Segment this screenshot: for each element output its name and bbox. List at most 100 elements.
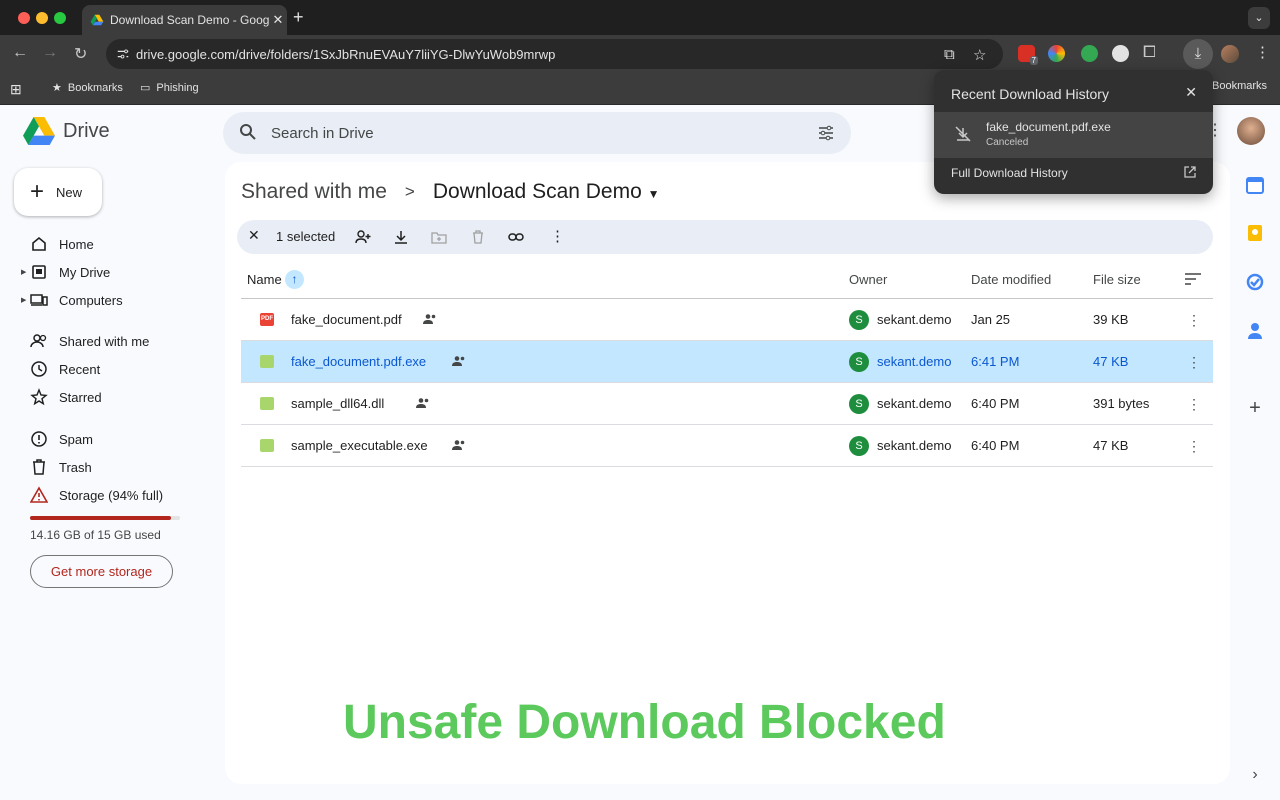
breadcrumb-parent[interactable]: Shared with me: [241, 180, 387, 204]
expand-caret-icon[interactable]: ▶: [21, 296, 26, 304]
expand-caret-icon[interactable]: ▶: [21, 268, 26, 276]
new-tab-button[interactable]: +: [293, 7, 304, 28]
sort-options-icon[interactable]: [1184, 272, 1202, 286]
file-size: 47 KB: [1093, 354, 1129, 369]
nav-label: My Drive: [59, 264, 111, 280]
calendar-app-icon[interactable]: [1245, 175, 1265, 195]
nav-item-starred[interactable]: Starred: [0, 383, 210, 411]
bookmark-item-phishing[interactable]: ▭ Phishing: [140, 81, 199, 95]
column-name[interactable]: Name: [247, 272, 282, 287]
file-size: 391 bytes: [1093, 396, 1150, 411]
row-more-actions-icon[interactable]: ⋮: [1187, 396, 1201, 413]
tasks-app-icon[interactable]: [1245, 272, 1265, 292]
security-extension-icon[interactable]: [1081, 45, 1098, 62]
table-row[interactable]: sample_dll64.dll Ssekant.demo 6:40 PM 391 b…: [241, 383, 1213, 425]
minimize-window-button[interactable]: [36, 12, 48, 24]
keep-app-icon[interactable]: [1245, 223, 1265, 243]
ghost-extension-icon[interactable]: [1112, 45, 1129, 62]
extension-badge: 7: [1029, 56, 1038, 65]
extensions-puzzle-icon[interactable]: ⧠: [1143, 44, 1156, 62]
binary-file-icon: [260, 439, 274, 452]
open-external-icon[interactable]: [1183, 165, 1197, 179]
maximize-window-button[interactable]: [54, 12, 66, 24]
reload-icon[interactable]: ↻: [74, 44, 87, 64]
search-icon[interactable]: [239, 123, 257, 141]
file-name[interactable]: sample_dll64.dll: [291, 396, 384, 411]
download-file-icon[interactable]: [393, 229, 409, 245]
breadcrumb-current-folder[interactable]: Download Scan Demo ▼: [433, 180, 660, 204]
search-bar[interactable]: Search in Drive: [223, 112, 851, 154]
extension-red-icon[interactable]: 7: [1018, 45, 1038, 65]
share-person-add-icon[interactable]: [355, 229, 371, 245]
contacts-app-icon[interactable]: [1245, 321, 1265, 341]
close-window-button[interactable]: [18, 12, 30, 24]
apps-grid-icon[interactable]: ⊞: [10, 81, 22, 98]
row-more-actions-icon[interactable]: ⋮: [1187, 438, 1201, 455]
profile-avatar[interactable]: [1221, 45, 1239, 63]
table-row[interactable]: PDF fake_document.pdf Ssekant.demo Jan 25 39…: [241, 299, 1213, 341]
forward-icon[interactable]: →: [42, 44, 58, 62]
file-name[interactable]: sample_executable.exe: [291, 438, 428, 453]
nav-item-trash[interactable]: Trash: [0, 453, 210, 481]
owner-avatar: S: [849, 394, 869, 414]
bookmark-item-bookmarks[interactable]: ★ Bookmarks: [52, 81, 123, 95]
get-more-storage-button[interactable]: Get more storage: [30, 555, 173, 588]
all-bookmarks-label[interactable]: Bookmarks: [1212, 80, 1267, 92]
tab-title: Download Scan Demo - Google Drive: [110, 13, 269, 27]
warning-icon: [30, 486, 48, 503]
nav-item-spam[interactable]: Spam: [0, 425, 210, 453]
panel-title: Recent Download History: [951, 86, 1109, 102]
unsafe-download-banner: Unsafe Download Blocked: [343, 696, 946, 749]
download-item[interactable]: fake_document.pdf.exe Canceled: [934, 112, 1213, 158]
nav-item-storage[interactable]: Storage (94% full): [0, 481, 210, 509]
downloads-button[interactable]: ⤓: [1183, 39, 1213, 69]
clear-selection-icon[interactable]: ✕: [248, 227, 264, 243]
sort-ascending-icon[interactable]: ↑: [285, 270, 304, 289]
row-more-actions-icon[interactable]: ⋮: [1187, 312, 1201, 329]
search-filter-icon[interactable]: [817, 124, 835, 142]
address-bar[interactable]: drive.google.com/drive/folders/1SxJbRnuE…: [106, 39, 1003, 69]
install-app-icon[interactable]: ⧉: [944, 46, 955, 63]
file-name[interactable]: fake_document.pdf: [291, 312, 402, 327]
column-date-modified[interactable]: Date modified: [971, 272, 1051, 287]
column-file-size[interactable]: File size: [1093, 272, 1141, 287]
download-icon: ⤓: [1194, 45, 1202, 62]
account-avatar[interactable]: [1237, 117, 1265, 145]
table-row[interactable]: fake_document.pdf.exe Ssekant.demo 6:41 PM…: [241, 341, 1213, 383]
shared-people-icon: [30, 334, 47, 348]
nav-item-home[interactable]: Home: [0, 230, 210, 258]
close-panel-icon[interactable]: ✕: [1185, 84, 1197, 101]
download-blocked-icon: [955, 126, 971, 142]
expand-side-panel-icon[interactable]: ›: [1245, 766, 1265, 786]
nav-item-my-drive[interactable]: ▶ My Drive: [0, 258, 210, 286]
move-to-folder-icon[interactable]: [431, 229, 447, 245]
copy-link-icon[interactable]: [508, 229, 524, 245]
delete-icon[interactable]: [470, 229, 486, 245]
back-icon[interactable]: ←: [12, 44, 28, 62]
new-button[interactable]: + New: [14, 168, 102, 216]
close-tab-icon[interactable]: ✕: [269, 12, 287, 28]
nav-item-shared-with-me[interactable]: Shared with me: [0, 327, 210, 355]
home-icon: [32, 236, 46, 251]
table-row[interactable]: sample_executable.exe Ssekant.demo 6:40 PM…: [241, 425, 1213, 467]
browser-tab[interactable]: Download Scan Demo - Google Drive ✕: [82, 5, 287, 35]
star-outline-icon: [30, 388, 48, 406]
pdf-file-icon: PDF: [260, 313, 274, 326]
owner-name: sekant.demo: [877, 312, 952, 327]
tab-search-button[interactable]: ⌄: [1248, 7, 1270, 29]
row-more-actions-icon[interactable]: ⋮: [1187, 354, 1201, 371]
file-name[interactable]: fake_document.pdf.exe: [291, 354, 426, 369]
column-owner[interactable]: Owner: [849, 272, 887, 287]
nav-item-computers[interactable]: ▶ Computers: [0, 286, 210, 314]
color-extension-icon[interactable]: [1048, 45, 1065, 62]
browser-menu-icon[interactable]: ⋮: [1255, 43, 1270, 61]
full-download-history-link[interactable]: Full Download History: [951, 166, 1068, 180]
drive-logo[interactable]: Drive: [23, 117, 110, 145]
browser-toolbar: ← → ↻ drive.google.com/drive/folders/1Sx…: [0, 35, 1280, 73]
more-actions-icon[interactable]: ⋮: [550, 227, 566, 245]
bookmark-star-icon[interactable]: ☆: [973, 46, 986, 64]
site-info-icon[interactable]: [116, 47, 130, 61]
add-app-icon[interactable]: +: [1245, 398, 1265, 418]
search-input[interactable]: Search in Drive: [271, 125, 374, 142]
nav-item-recent[interactable]: Recent: [0, 355, 210, 383]
